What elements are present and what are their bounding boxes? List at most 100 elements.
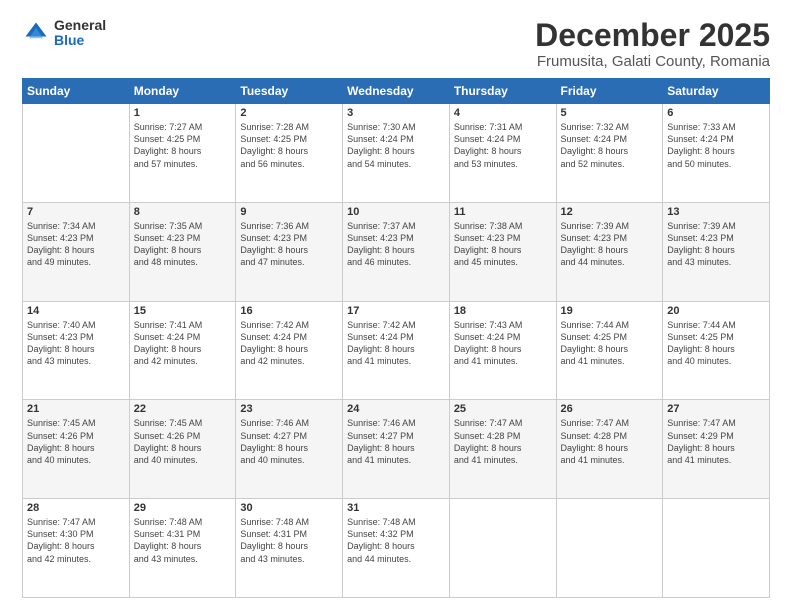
calendar-week-row: 28Sunrise: 7:47 AMSunset: 4:30 PMDayligh… <box>23 499 770 598</box>
day-detail: Sunrise: 7:48 AMSunset: 4:31 PMDaylight:… <box>134 516 232 565</box>
calendar-cell: 17 Sunrise: 7:42 AMSunset: 4:24 PMDayligh… <box>343 301 450 400</box>
day-detail: Sunrise: 7:47 AMSunset: 4:29 PMDaylight:… <box>667 417 765 466</box>
calendar-cell: 7 Sunrise: 7:34 AMSunset: 4:23 PMDaylight… <box>23 202 130 301</box>
day-detail: Sunrise: 7:42 AMSunset: 4:24 PMDaylight:… <box>347 319 445 368</box>
day-number: 14 <box>27 305 125 317</box>
day-number: 9 <box>240 206 338 218</box>
logo-general: General <box>54 18 106 33</box>
calendar-cell: 12 Sunrise: 7:39 AMSunset: 4:23 PMDayligh… <box>556 202 663 301</box>
day-detail: Sunrise: 7:43 AMSunset: 4:24 PMDaylight:… <box>454 319 552 368</box>
day-number: 12 <box>561 206 659 218</box>
calendar-week-row: 7 Sunrise: 7:34 AMSunset: 4:23 PMDaylight… <box>23 202 770 301</box>
day-detail: Sunrise: 7:35 AMSunset: 4:23 PMDaylight:… <box>134 220 232 269</box>
calendar-cell: 31 Sunrise: 7:48 AMSunset: 4:32 PMDayligh… <box>343 499 450 598</box>
calendar-cell: 14 Sunrise: 7:40 AMSunset: 4:23 PMDayligh… <box>23 301 130 400</box>
calendar-cell: 1 Sunrise: 7:27 AMSunset: 4:25 PMDaylight… <box>129 104 236 203</box>
calendar-cell: 10Sunrise: 7:37 AMSunset: 4:23 PMDayligh… <box>343 202 450 301</box>
calendar-cell: 22Sunrise: 7:45 AMSunset: 4:26 PMDayligh… <box>129 400 236 499</box>
calendar-cell <box>556 499 663 598</box>
day-number: 1 <box>134 107 232 119</box>
calendar-header-row: SundayMondayTuesdayWednesdayThursdayFrid… <box>23 79 770 104</box>
day-number: 17 <box>347 305 445 317</box>
day-detail: Sunrise: 7:40 AMSunset: 4:23 PMDaylight:… <box>27 319 125 368</box>
day-number: 6 <box>667 107 765 119</box>
calendar-cell <box>23 104 130 203</box>
calendar: SundayMondayTuesdayWednesdayThursdayFrid… <box>22 78 770 598</box>
day-detail: Sunrise: 7:27 AMSunset: 4:25 PMDaylight:… <box>134 121 232 170</box>
calendar-cell: 19 Sunrise: 7:44 AMSunset: 4:25 PMDayligh… <box>556 301 663 400</box>
calendar-cell: 3 Sunrise: 7:30 AMSunset: 4:24 PMDaylight… <box>343 104 450 203</box>
day-number: 31 <box>347 502 445 514</box>
logo-text: General Blue <box>54 18 106 49</box>
weekday-header: Tuesday <box>236 79 343 104</box>
day-number: 23 <box>240 403 338 415</box>
day-detail: Sunrise: 7:31 AMSunset: 4:24 PMDaylight:… <box>454 121 552 170</box>
day-detail: Sunrise: 7:33 AMSunset: 4:24 PMDaylight:… <box>667 121 765 170</box>
title-block: December 2025 Frumusita, Galati County, … <box>535 18 770 70</box>
day-number: 11 <box>454 206 552 218</box>
day-detail: Sunrise: 7:47 AMSunset: 4:28 PMDaylight:… <box>561 417 659 466</box>
day-detail: Sunrise: 7:39 AMSunset: 4:23 PMDaylight:… <box>561 220 659 269</box>
day-number: 3 <box>347 107 445 119</box>
weekday-header: Sunday <box>23 79 130 104</box>
calendar-cell: 20Sunrise: 7:44 AMSunset: 4:25 PMDayligh… <box>663 301 770 400</box>
day-detail: Sunrise: 7:34 AMSunset: 4:23 PMDaylight:… <box>27 220 125 269</box>
calendar-cell <box>449 499 556 598</box>
day-detail: Sunrise: 7:46 AMSunset: 4:27 PMDaylight:… <box>347 417 445 466</box>
logo-blue: Blue <box>54 33 106 48</box>
calendar-cell: 15Sunrise: 7:41 AMSunset: 4:24 PMDayligh… <box>129 301 236 400</box>
day-number: 16 <box>240 305 338 317</box>
day-number: 7 <box>27 206 125 218</box>
calendar-week-row: 14 Sunrise: 7:40 AMSunset: 4:23 PMDayligh… <box>23 301 770 400</box>
location-title: Frumusita, Galati County, Romania <box>535 53 770 70</box>
page: General Blue December 2025 Frumusita, Ga… <box>0 0 792 612</box>
calendar-cell: 23 Sunrise: 7:46 AMSunset: 4:27 PMDayligh… <box>236 400 343 499</box>
calendar-cell: 2Sunrise: 7:28 AMSunset: 4:25 PMDaylight… <box>236 104 343 203</box>
weekday-header: Wednesday <box>343 79 450 104</box>
day-number: 24 <box>347 403 445 415</box>
day-number: 22 <box>134 403 232 415</box>
day-detail: Sunrise: 7:46 AMSunset: 4:27 PMDaylight:… <box>240 417 338 466</box>
day-number: 13 <box>667 206 765 218</box>
calendar-cell: 30Sunrise: 7:48 AMSunset: 4:31 PMDayligh… <box>236 499 343 598</box>
calendar-cell: 11 Sunrise: 7:38 AMSunset: 4:23 PMDayligh… <box>449 202 556 301</box>
calendar-cell: 28Sunrise: 7:47 AMSunset: 4:30 PMDayligh… <box>23 499 130 598</box>
day-detail: Sunrise: 7:42 AMSunset: 4:24 PMDaylight:… <box>240 319 338 368</box>
day-number: 5 <box>561 107 659 119</box>
calendar-cell: 29Sunrise: 7:48 AMSunset: 4:31 PMDayligh… <box>129 499 236 598</box>
day-detail: Sunrise: 7:38 AMSunset: 4:23 PMDaylight:… <box>454 220 552 269</box>
day-number: 27 <box>667 403 765 415</box>
day-detail: Sunrise: 7:32 AMSunset: 4:24 PMDaylight:… <box>561 121 659 170</box>
day-detail: Sunrise: 7:48 AMSunset: 4:31 PMDaylight:… <box>240 516 338 565</box>
day-detail: Sunrise: 7:28 AMSunset: 4:25 PMDaylight:… <box>240 121 338 170</box>
day-number: 26 <box>561 403 659 415</box>
calendar-cell: 6 Sunrise: 7:33 AMSunset: 4:24 PMDaylight… <box>663 104 770 203</box>
month-title: December 2025 <box>535 18 770 53</box>
calendar-cell: 24 Sunrise: 7:46 AMSunset: 4:27 PMDayligh… <box>343 400 450 499</box>
weekday-header: Saturday <box>663 79 770 104</box>
weekday-header: Thursday <box>449 79 556 104</box>
day-number: 15 <box>134 305 232 317</box>
weekday-header: Friday <box>556 79 663 104</box>
calendar-cell <box>663 499 770 598</box>
calendar-cell: 21Sunrise: 7:45 AMSunset: 4:26 PMDayligh… <box>23 400 130 499</box>
calendar-cell: 27 Sunrise: 7:47 AMSunset: 4:29 PMDayligh… <box>663 400 770 499</box>
day-number: 20 <box>667 305 765 317</box>
logo-icon <box>22 19 50 47</box>
day-number: 19 <box>561 305 659 317</box>
header: General Blue December 2025 Frumusita, Ga… <box>22 18 770 70</box>
calendar-cell: 18Sunrise: 7:43 AMSunset: 4:24 PMDayligh… <box>449 301 556 400</box>
calendar-cell: 9 Sunrise: 7:36 AMSunset: 4:23 PMDaylight… <box>236 202 343 301</box>
calendar-cell: 13 Sunrise: 7:39 AMSunset: 4:23 PMDayligh… <box>663 202 770 301</box>
calendar-cell: 26 Sunrise: 7:47 AMSunset: 4:28 PMDayligh… <box>556 400 663 499</box>
day-detail: Sunrise: 7:39 AMSunset: 4:23 PMDaylight:… <box>667 220 765 269</box>
day-detail: Sunrise: 7:48 AMSunset: 4:32 PMDaylight:… <box>347 516 445 565</box>
day-detail: Sunrise: 7:37 AMSunset: 4:23 PMDaylight:… <box>347 220 445 269</box>
day-detail: Sunrise: 7:44 AMSunset: 4:25 PMDaylight:… <box>561 319 659 368</box>
day-detail: Sunrise: 7:30 AMSunset: 4:24 PMDaylight:… <box>347 121 445 170</box>
logo: General Blue <box>22 18 106 49</box>
day-number: 21 <box>27 403 125 415</box>
day-detail: Sunrise: 7:36 AMSunset: 4:23 PMDaylight:… <box>240 220 338 269</box>
calendar-week-row: 21Sunrise: 7:45 AMSunset: 4:26 PMDayligh… <box>23 400 770 499</box>
calendar-cell: 4Sunrise: 7:31 AMSunset: 4:24 PMDaylight… <box>449 104 556 203</box>
